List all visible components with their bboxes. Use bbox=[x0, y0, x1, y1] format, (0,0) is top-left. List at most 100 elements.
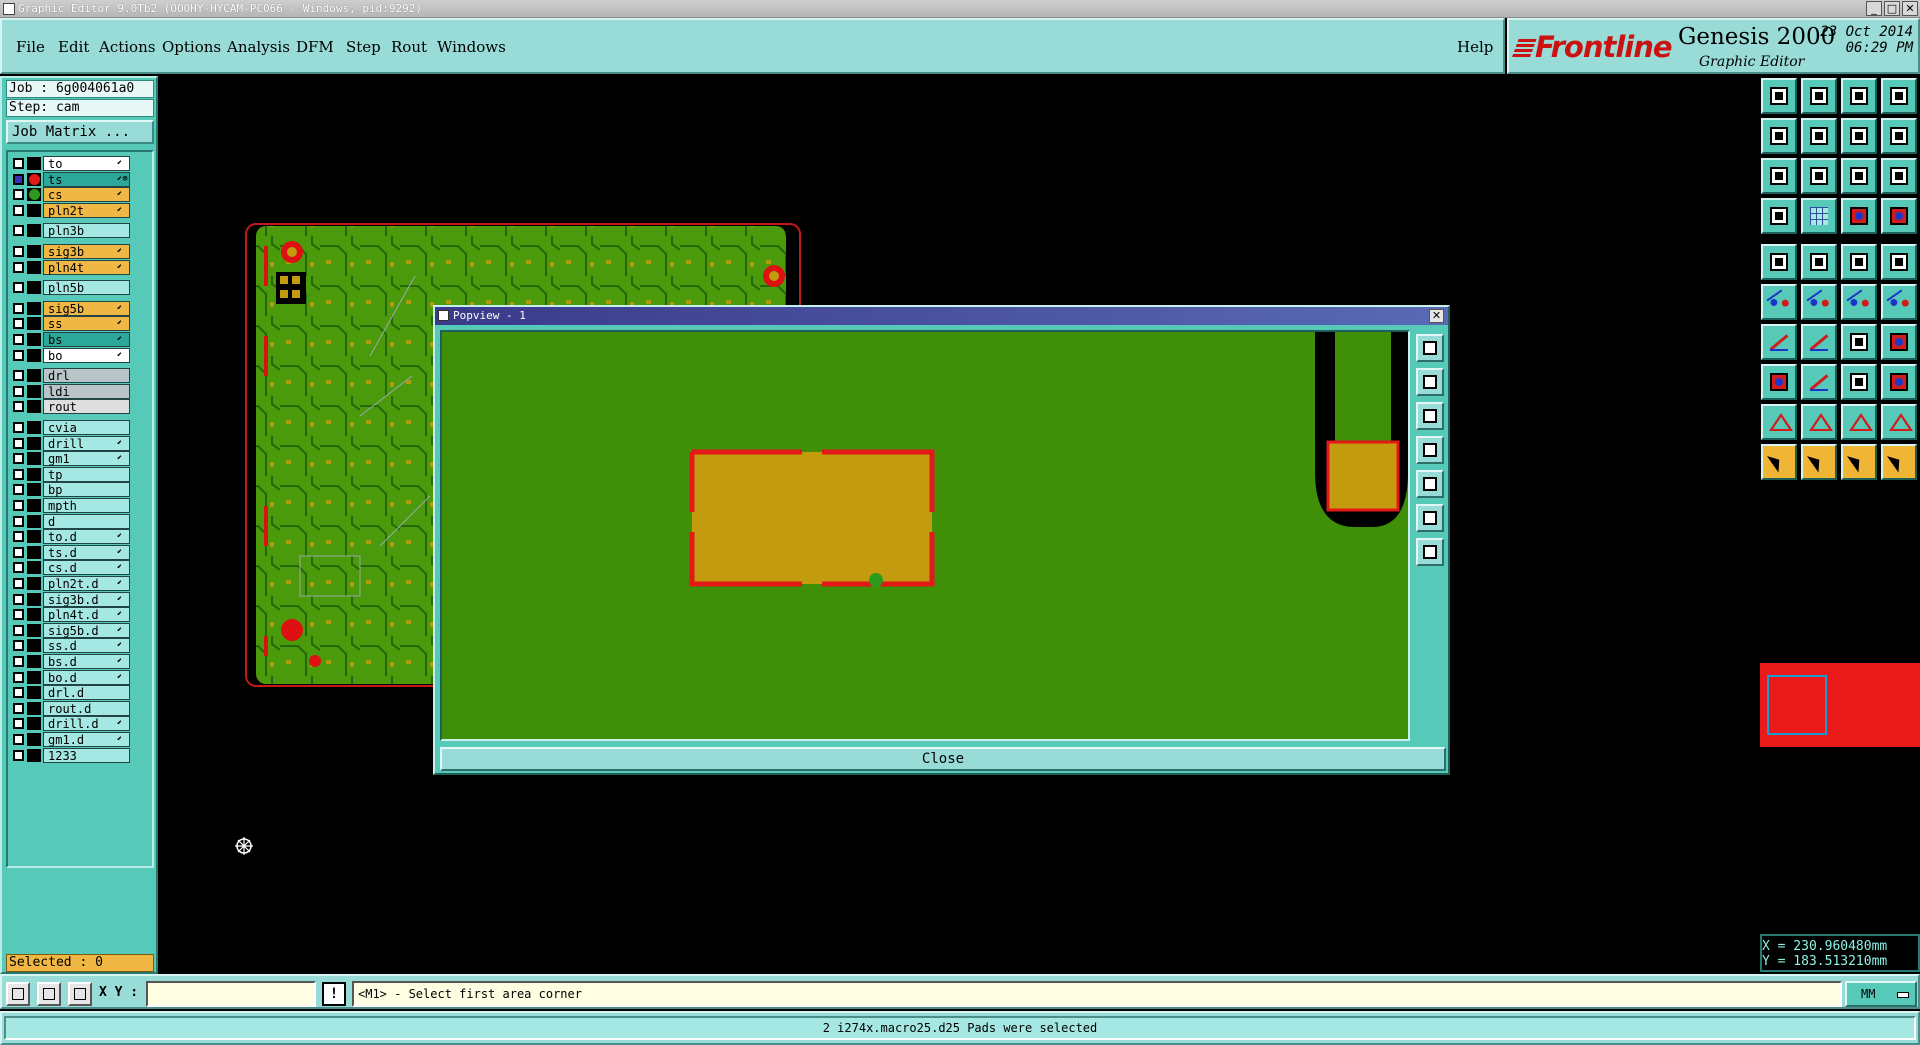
add-segment-icon[interactable] bbox=[1801, 324, 1837, 360]
layer-checkbox[interactable] bbox=[13, 422, 24, 433]
layer-checkbox[interactable] bbox=[13, 302, 24, 314]
layer-name[interactable]: pln5b bbox=[43, 280, 130, 296]
layer-row[interactable]: mpth bbox=[10, 498, 150, 513]
layer-checkbox[interactable] bbox=[13, 702, 24, 714]
layer-checkbox[interactable] bbox=[13, 656, 24, 667]
undo-view-icon[interactable] bbox=[1841, 118, 1877, 154]
layer-checkbox[interactable] bbox=[13, 718, 24, 730]
layer-checkbox[interactable] bbox=[13, 370, 24, 382]
cut-icon[interactable] bbox=[1801, 364, 1837, 400]
triangle-fill-icon[interactable] bbox=[1761, 404, 1797, 440]
layer-checkbox[interactable] bbox=[13, 437, 24, 449]
layer-row[interactable]: d bbox=[10, 513, 150, 529]
center-icon[interactable] bbox=[1416, 538, 1444, 566]
select-toggle-icon[interactable] bbox=[1841, 444, 1877, 480]
layer-checkbox[interactable] bbox=[13, 468, 24, 480]
layer-checkbox[interactable] bbox=[13, 282, 24, 294]
zoom-center-icon[interactable] bbox=[1801, 158, 1837, 194]
layer-checkbox[interactable] bbox=[13, 578, 24, 589]
popview-canvas[interactable] bbox=[440, 330, 1410, 741]
copy-icon[interactable] bbox=[1881, 364, 1917, 400]
close-window-button[interactable]: ✕ bbox=[1902, 1, 1918, 16]
layer-name[interactable]: rout bbox=[43, 399, 130, 415]
layer-row[interactable]: rout.d bbox=[10, 700, 150, 716]
layer-checkbox[interactable] bbox=[13, 261, 24, 273]
layer-row[interactable]: bo.d ⬋ bbox=[10, 669, 150, 685]
layer-row[interactable]: ss ⬋ bbox=[10, 316, 150, 332]
layer-checkbox[interactable] bbox=[13, 531, 24, 543]
layer-name[interactable]: pln3b bbox=[43, 223, 130, 239]
layer-checkbox[interactable] bbox=[13, 593, 24, 605]
add-arc-icon[interactable] bbox=[1761, 324, 1797, 360]
layer-name[interactable]: ldi bbox=[43, 383, 130, 399]
pan-left-icon[interactable] bbox=[1761, 118, 1797, 154]
layer-name[interactable]: bp bbox=[43, 482, 130, 498]
layer-checkbox[interactable] bbox=[13, 334, 24, 345]
zoom-fit-icon[interactable] bbox=[1761, 158, 1797, 194]
triangle-a-icon[interactable] bbox=[1801, 404, 1837, 440]
move-vertex-icon[interactable] bbox=[1881, 284, 1917, 320]
zoom-home-icon[interactable] bbox=[1416, 368, 1444, 396]
layer-checkbox[interactable] bbox=[13, 546, 24, 558]
layer-checkbox[interactable] bbox=[13, 189, 24, 201]
layer-row[interactable]: drill.d ⬋ bbox=[10, 716, 150, 732]
menu-rout[interactable]: Rout bbox=[391, 38, 427, 56]
layer-name[interactable]: drl bbox=[43, 368, 130, 384]
minimize-button[interactable]: _ bbox=[1866, 1, 1882, 16]
draw-mode-icon[interactable] bbox=[6, 982, 30, 1006]
layer-down-icon[interactable] bbox=[1801, 78, 1837, 114]
move-node-icon[interactable] bbox=[1841, 284, 1877, 320]
popview-title-bar[interactable]: Popview - 1 ✕ bbox=[435, 307, 1448, 325]
layer-checkbox[interactable] bbox=[13, 640, 24, 652]
rotate-icon[interactable] bbox=[1841, 324, 1877, 360]
scale-1-2-icon[interactable] bbox=[1841, 158, 1877, 194]
layer-row[interactable]: to ⬋ bbox=[10, 156, 150, 171]
layer-row[interactable]: sig3b.d ⬋ bbox=[10, 591, 150, 607]
zoom-window-icon[interactable] bbox=[1416, 334, 1444, 362]
layer-checkbox[interactable] bbox=[13, 484, 24, 496]
menu-windows[interactable]: Windows bbox=[437, 38, 506, 56]
layer-checkbox[interactable] bbox=[13, 225, 24, 237]
layer-checkbox[interactable] bbox=[13, 749, 24, 761]
layer-name[interactable]: d bbox=[43, 513, 130, 529]
help-query-icon[interactable] bbox=[1881, 158, 1917, 194]
layer-row[interactable]: pln5b bbox=[10, 280, 150, 296]
layer-checkbox[interactable] bbox=[13, 246, 24, 257]
add-surface-icon[interactable] bbox=[1801, 244, 1837, 280]
resize-icon[interactable] bbox=[1841, 364, 1877, 400]
pan-right-icon[interactable] bbox=[1801, 118, 1837, 154]
menu-dfm[interactable]: DFM bbox=[296, 38, 334, 56]
layer-row[interactable]: drl.d bbox=[10, 685, 150, 701]
layer-checkbox[interactable] bbox=[13, 609, 24, 621]
connect-icon[interactable] bbox=[1761, 284, 1797, 320]
layer-row[interactable]: bo ⬋ bbox=[10, 347, 150, 363]
layer-row[interactable]: bs ⬋ bbox=[10, 332, 150, 347]
menu-analysis[interactable]: Analysis bbox=[227, 38, 290, 56]
layer-checkbox[interactable] bbox=[13, 158, 24, 169]
measure-icon[interactable] bbox=[1841, 198, 1877, 234]
popview-close-button[interactable]: Close bbox=[440, 747, 1446, 771]
layer-row[interactable]: pln2t ⬋ bbox=[10, 202, 150, 218]
layer-row[interactable]: pln4t.d ⬋ bbox=[10, 607, 150, 623]
layer-row[interactable]: ts ⬋⊗ bbox=[10, 171, 150, 187]
grid-mode-icon[interactable] bbox=[68, 982, 92, 1006]
layer-checkbox[interactable] bbox=[13, 173, 24, 185]
layer-checkbox[interactable] bbox=[13, 515, 24, 527]
layer-up-icon[interactable] bbox=[1761, 78, 1797, 114]
layer-row[interactable]: drl bbox=[10, 368, 150, 384]
menu-file[interactable]: File bbox=[16, 38, 45, 56]
pan-right-icon[interactable] bbox=[1416, 470, 1444, 498]
snap-icon[interactable] bbox=[1761, 198, 1797, 234]
layer-name[interactable]: rout.d bbox=[43, 700, 130, 716]
grid-icon[interactable] bbox=[1801, 198, 1837, 234]
layer-row[interactable]: rout bbox=[10, 399, 150, 415]
layer-row[interactable]: sig5b.d ⬋ bbox=[10, 622, 150, 638]
triangle-c-icon[interactable] bbox=[1881, 404, 1917, 440]
units-selector[interactable]: MM bbox=[1845, 981, 1917, 1007]
delete-node-icon[interactable] bbox=[1801, 284, 1837, 320]
menu-options[interactable]: Options bbox=[162, 38, 221, 56]
layer-name[interactable]: cvia bbox=[43, 420, 130, 435]
menu-help[interactable]: Help bbox=[1457, 38, 1493, 56]
layer-row[interactable]: sig5b ⬋ bbox=[10, 300, 150, 316]
layer-name[interactable]: tp bbox=[43, 466, 130, 482]
